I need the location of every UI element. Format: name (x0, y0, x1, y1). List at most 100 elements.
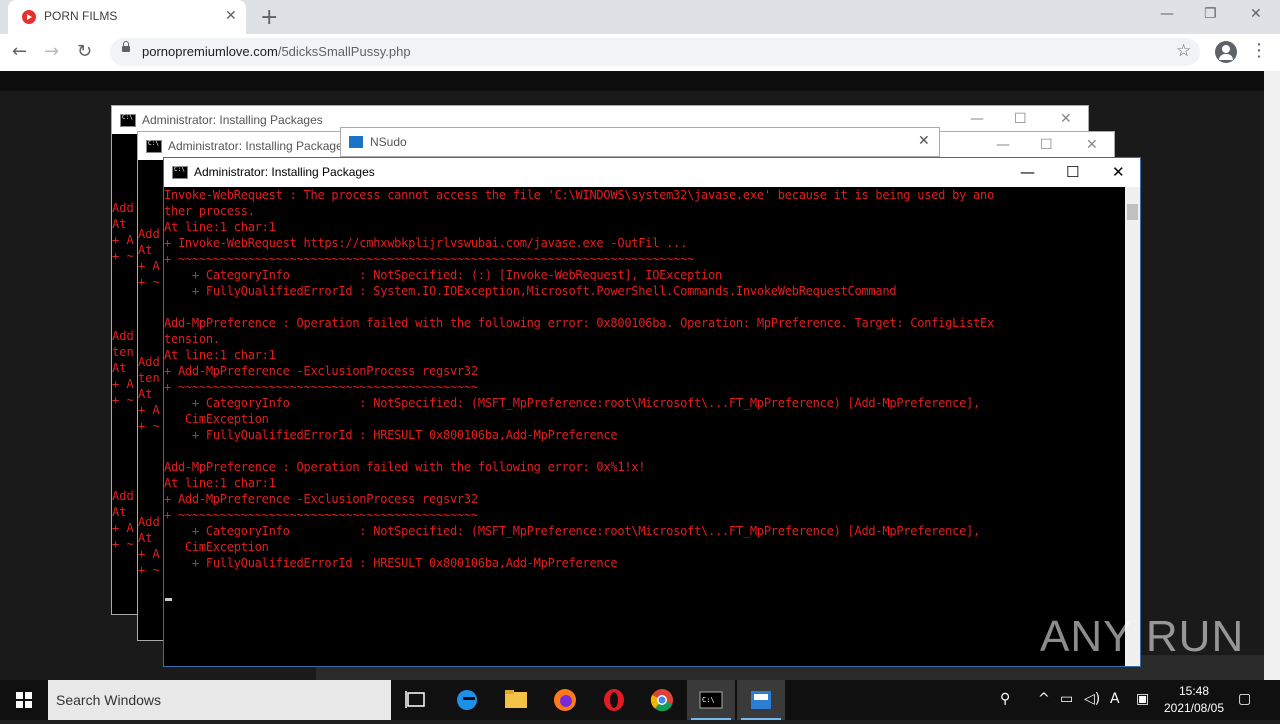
menu-dots-icon[interactable]: ⋮ (1250, 40, 1268, 61)
reload-icon[interactable]: ↻ (77, 41, 92, 62)
console-line: + CategoryInfo : NotSpecified: (MSFT_MpP… (164, 524, 981, 538)
minimize-icon[interactable]: — (1160, 6, 1174, 22)
console-title: Administrator: Installing Packages (194, 165, 375, 179)
console-line: + FullyQualifiedErrorId : System.IO.IOEx… (164, 284, 897, 298)
clock-time: 15:48 (1178, 684, 1210, 698)
firefox-icon[interactable] (541, 680, 589, 720)
maximize-icon[interactable]: ☐ (1040, 137, 1053, 153)
chevron-up-icon[interactable]: ^ (1038, 691, 1050, 707)
nsudo-taskbar-icon[interactable] (737, 680, 785, 720)
bookmark-star-icon[interactable]: ☆ (1176, 41, 1191, 61)
maximize-icon[interactable]: ☐ (1014, 111, 1027, 127)
nsudo-window[interactable]: NSudo ✕ (340, 127, 940, 157)
people-icon[interactable]: ⚲ (1000, 691, 1010, 707)
console-text: Add At + A + ~ Add ten At + A + ~ Add At… (112, 201, 134, 551)
close-icon[interactable]: ✕ (1060, 111, 1072, 127)
console-line: + CategoryInfo : NotSpecified: (:) [Invo… (164, 268, 722, 282)
minimize-icon[interactable]: — (1020, 163, 1035, 181)
page-top-strip (0, 71, 1264, 91)
opera-icon[interactable] (590, 680, 638, 720)
file-explorer-icon[interactable] (492, 680, 540, 720)
tab-strip: PORN FILMS ✕ + — ❐ ✕ (0, 0, 1280, 34)
console-line: + ~~~~~~~~~~~~~~~~~~~~~~~~~~~~~~~~~~~~~~… (164, 508, 478, 522)
maximize-icon[interactable]: ☐ (1066, 163, 1079, 181)
nsudo-title: NSudo (370, 135, 407, 149)
console-titlebar: Administrator: Installing Packages — ☐ ✕ (164, 158, 1140, 187)
cmd-icon (146, 140, 162, 153)
clock[interactable]: 15:48 2021/08/05 (1160, 683, 1228, 717)
taskbar-search[interactable]: Search Windows (48, 680, 391, 720)
cmd-icon (120, 114, 136, 127)
minimize-icon[interactable]: — (996, 137, 1010, 153)
action-center-icon[interactable]: ▢ (1238, 691, 1251, 707)
cmd-icon (172, 166, 188, 179)
browser-toolbar: ← → ↻ pornopremiumlove.com/5dicksSmallPu… (0, 34, 1280, 71)
console-line: Add-MpPreference : Operation failed with… (164, 316, 994, 330)
chrome-icon[interactable] (638, 680, 686, 720)
browser-chrome: PORN FILMS ✕ + — ❐ ✕ ← → ↻ pornopremiuml… (0, 0, 1280, 71)
anyrun-watermark: ANY RUN (1040, 612, 1245, 661)
console-title: Administrator: Installing Packages (142, 113, 323, 127)
address-bar[interactable]: pornopremiumlove.com/5dicksSmallPussy.ph… (110, 38, 1200, 66)
console-line: + FullyQualifiedErrorId : HRESULT 0x8001… (164, 428, 618, 442)
console-lines: Invoke-WebRequest : The process cannot a… (164, 187, 1124, 571)
close-window-icon[interactable]: ✕ (1250, 6, 1262, 22)
close-icon[interactable]: ✕ (1112, 163, 1125, 181)
new-tab-icon[interactable]: + (260, 5, 278, 30)
page-scrollbar[interactable] (1264, 71, 1280, 680)
url-text: pornopremiumlove.com/5dicksSmallPussy.ph… (142, 44, 411, 59)
forward-icon[interactable]: → (44, 41, 59, 62)
browser-tab[interactable]: PORN FILMS ✕ (8, 0, 246, 34)
console-line: + Add-MpPreference -ExclusionProcess reg… (164, 492, 478, 506)
console-line: CimException (164, 540, 269, 554)
console-line: + ~~~~~~~~~~~~~~~~~~~~~~~~~~~~~~~~~~~~~~… (164, 380, 478, 394)
console-line: + CategoryInfo : NotSpecified: (MSFT_MpP… (164, 396, 981, 410)
console-line: Add-MpPreference : Operation failed with… (164, 460, 646, 474)
back-icon[interactable]: ← (12, 41, 27, 62)
console-line: tension. (164, 332, 220, 346)
tab-close-icon[interactable]: ✕ (225, 8, 237, 24)
lock-icon (122, 41, 130, 52)
close-icon[interactable]: ✕ (918, 133, 930, 149)
console-line: + FullyQualifiedErrorId : HRESULT 0x8001… (164, 556, 618, 570)
notification-badge-icon[interactable]: ▣ (1136, 691, 1149, 707)
text-cursor (165, 598, 172, 601)
svg-text:C:\: C:\ (702, 696, 715, 704)
search-placeholder: Search Windows (56, 692, 162, 708)
console-line: At line:1 char:1 (164, 476, 276, 490)
volume-icon[interactable]: ◁) (1084, 691, 1100, 707)
profile-avatar-icon[interactable] (1215, 41, 1237, 63)
clock-date: 2021/08/05 (1163, 701, 1225, 715)
console-line: ther process. (164, 204, 255, 218)
edge-icon[interactable] (443, 680, 491, 720)
nsudo-icon (349, 136, 363, 148)
console-line: + Invoke-WebRequest https://cmhxwbkplijr… (164, 236, 688, 250)
console-line: At line:1 char:1 (164, 220, 276, 234)
taskbar: Search Windows C:\ ⚲ ^ ▭ ◁) A ▣ 15:48 20… (0, 680, 1280, 720)
url-host: pornopremiumlove.com (142, 44, 278, 59)
close-icon[interactable]: ✕ (1086, 137, 1098, 153)
console-line: + Add-MpPreference -ExclusionProcess reg… (164, 364, 478, 378)
console-line: CimException (164, 412, 269, 426)
console-line: + ~~~~~~~~~~~~~~~~~~~~~~~~~~~~~~~~~~~~~~… (164, 252, 695, 266)
youtube-favicon-icon (22, 10, 36, 24)
cmd-taskbar-icon[interactable]: C:\ (687, 680, 735, 720)
tab-title: PORN FILMS (44, 9, 118, 23)
console-scrollbar[interactable] (1125, 187, 1140, 666)
console-output[interactable]: Invoke-WebRequest : The process cannot a… (164, 187, 1124, 666)
console-line: At line:1 char:1 (164, 348, 276, 362)
network-icon[interactable]: ▭ (1060, 691, 1073, 707)
input-language-icon[interactable]: A (1110, 691, 1120, 707)
console-window-main[interactable]: Administrator: Installing Packages — ☐ ✕… (163, 157, 1141, 667)
windows-start-icon[interactable] (16, 692, 32, 708)
console-line: Invoke-WebRequest : The process cannot a… (164, 188, 994, 202)
task-view-icon[interactable] (392, 680, 440, 720)
console-text: Add At + A + ~ Add ten At + A + ~ Add At… (138, 227, 160, 577)
minimize-icon[interactable]: — (970, 111, 984, 127)
restore-icon[interactable]: ❐ (1204, 6, 1217, 22)
console-title: Administrator: Installing Packages (168, 139, 349, 153)
scroll-thumb[interactable] (1127, 204, 1138, 220)
url-path: /5dicksSmallPussy.php (277, 44, 411, 59)
